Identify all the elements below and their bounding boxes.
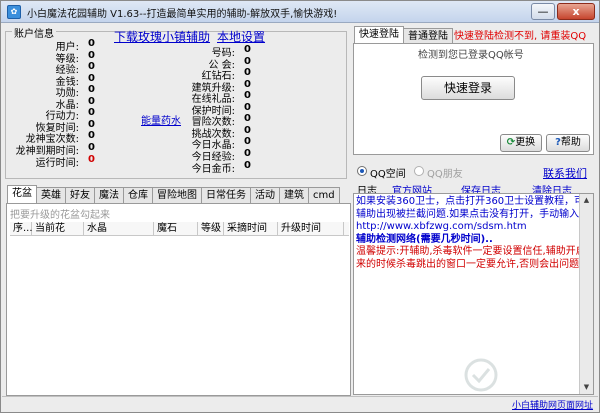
- window-title: 小白魔法花园辅助 V1.63--打造最简单实用的辅助-解放双手,愉快游戏!: [27, 9, 338, 20]
- account-field-value: 0: [88, 61, 95, 73]
- account-field-value: 0: [88, 130, 95, 142]
- account-field-value: 0: [88, 49, 95, 61]
- account-field-value: 0: [88, 84, 95, 96]
- status-page-link[interactable]: 小白辅助网页面网址: [512, 398, 593, 411]
- help-button[interactable]: ?帮助: [546, 134, 590, 152]
- account-field-value: 0: [244, 124, 251, 136]
- log-line: 辅助检测网络(需要几秒时间)..: [356, 233, 493, 245]
- log-line: 如果安装360卫士，点击打开360卫士设置教程，可以解决: [356, 196, 594, 207]
- account-field-value: 0: [88, 153, 95, 165]
- column-header[interactable]: 序...: [10, 222, 33, 235]
- tab-4[interactable]: 仓库: [123, 187, 153, 203]
- refresh-icon: ⟳: [506, 137, 516, 148]
- qq-zone-label: QQ空间: [370, 169, 406, 180]
- qq-friend-radio[interactable]: [414, 166, 424, 176]
- account-field-value: 0: [244, 101, 251, 113]
- swap-button-label: 更换: [515, 137, 536, 148]
- log-line: http://www.xbfzwg.com/sdsm.htm: [356, 221, 527, 232]
- account-field-value: 0: [88, 72, 95, 84]
- column-header[interactable]: 升级时间: [278, 222, 344, 235]
- account-field-value: 0: [244, 90, 251, 102]
- quick-login-warning: 快速登陆检测不到, 请重装QQ: [454, 31, 587, 42]
- account-field-value: 0: [88, 95, 95, 107]
- local-settings-link[interactable]: 本地设置: [217, 28, 265, 45]
- app-icon: ✿: [7, 5, 21, 19]
- status-bar: 小白辅助网页面网址: [2, 396, 598, 412]
- download-rose-town-link[interactable]: 下载玫瑰小镇辅助: [114, 28, 210, 45]
- login-tabs: 快速登陆 普通登陆: [354, 26, 453, 44]
- account-field-value: 0: [244, 78, 251, 90]
- title-bar: ✿ 小白魔法花园辅助 V1.63--打造最简单实用的辅助-解放双手,愉快游戏! …: [1, 1, 599, 23]
- login-tab-0[interactable]: 快速登陆: [354, 26, 404, 44]
- column-header[interactable]: 等级: [198, 222, 224, 235]
- swap-button[interactable]: ⟳更换: [500, 134, 542, 152]
- scroll-up-arrow-icon[interactable]: ▲: [580, 194, 593, 207]
- log-line: 温馨提示:开辅助,杀毒软件一定要设置信任,辅助开启: [356, 246, 586, 257]
- account-field-value: 0: [244, 113, 251, 125]
- qq-detect-text: 检测到您已登录QQ帐号: [418, 50, 524, 61]
- qq-friend-label: QQ朋友: [427, 169, 463, 180]
- close-button[interactable]: x: [557, 3, 595, 20]
- column-header[interactable]: 魔石: [154, 222, 198, 235]
- log-line: 辅助出现被拦截问题.如果点击没有打开，手动输入网址:: [356, 208, 594, 220]
- account-field-value: 0: [244, 159, 251, 171]
- account-field-label: 今日金币:: [191, 163, 235, 175]
- account-field-label: 运行时间:: [35, 157, 79, 169]
- tab-0[interactable]: 花盆: [7, 185, 37, 203]
- tab-1[interactable]: 英雄: [36, 187, 66, 203]
- account-field-value: 0: [88, 118, 95, 130]
- log-line: 来的时候杀毒跳出的窗口一定要允许,否则会出问题!: [356, 258, 584, 270]
- tab-8[interactable]: 建筑: [279, 187, 309, 203]
- contact-us-link[interactable]: 联系我们: [543, 165, 587, 181]
- account-field-value: 0: [244, 67, 251, 79]
- flowerpot-panel: 把要升级的花盆勾起来 序... 当前花 水晶 魔石 等级 采摘时间 升级时间: [6, 203, 351, 396]
- minimize-button[interactable]: —: [531, 3, 555, 20]
- tab-3[interactable]: 魔法: [94, 187, 124, 203]
- account-field-value: 0: [244, 55, 251, 67]
- column-header[interactable]: 采摘时间: [224, 222, 278, 235]
- account-field-value: 0: [244, 147, 251, 159]
- quick-login-button[interactable]: 快速登录: [421, 76, 515, 100]
- qq-zone-radio[interactable]: [357, 166, 367, 176]
- help-button-label: 帮助: [560, 137, 581, 148]
- account-field-value: 0: [244, 44, 251, 55]
- main-tabs: 花盆 英雄 好友 魔法 仓库 冒险地图 日常任务 活动 建筑 cmd: [7, 185, 340, 203]
- watermark-logo: [464, 358, 498, 392]
- account-field-value: 0: [88, 107, 95, 119]
- tab-7[interactable]: 活动: [250, 187, 280, 203]
- login-panel: 检测到您已登录QQ帐号 快速登录 ⟳更换 ?帮助: [353, 43, 594, 155]
- account-field-value: 0: [88, 141, 95, 153]
- column-header[interactable]: 当前花: [32, 222, 84, 235]
- account-field-value: 0: [244, 136, 251, 148]
- account-field-value: 0: [88, 38, 95, 49]
- flowerpot-grid-body[interactable]: [10, 237, 349, 393]
- tab-6[interactable]: 日常任务: [201, 187, 251, 203]
- tab-2[interactable]: 好友: [65, 187, 95, 203]
- tab-5[interactable]: 冒险地图: [152, 187, 202, 203]
- main-window: ✿ 小白魔法花园辅助 V1.63--打造最简单实用的辅助-解放双手,愉快游戏! …: [0, 0, 600, 413]
- flowerpot-hint: 把要升级的花盆勾起来: [10, 210, 110, 221]
- energy-potion-link[interactable]: 能量药水: [141, 112, 181, 127]
- tab-9[interactable]: cmd: [308, 187, 340, 203]
- login-tab-1[interactable]: 普通登陆: [403, 28, 453, 44]
- column-header[interactable]: 水晶: [84, 222, 154, 235]
- account-info-legend: 账户信息: [12, 25, 56, 40]
- flowerpot-grid-header: 序... 当前花 水晶 魔石 等级 采摘时间 升级时间: [10, 222, 349, 236]
